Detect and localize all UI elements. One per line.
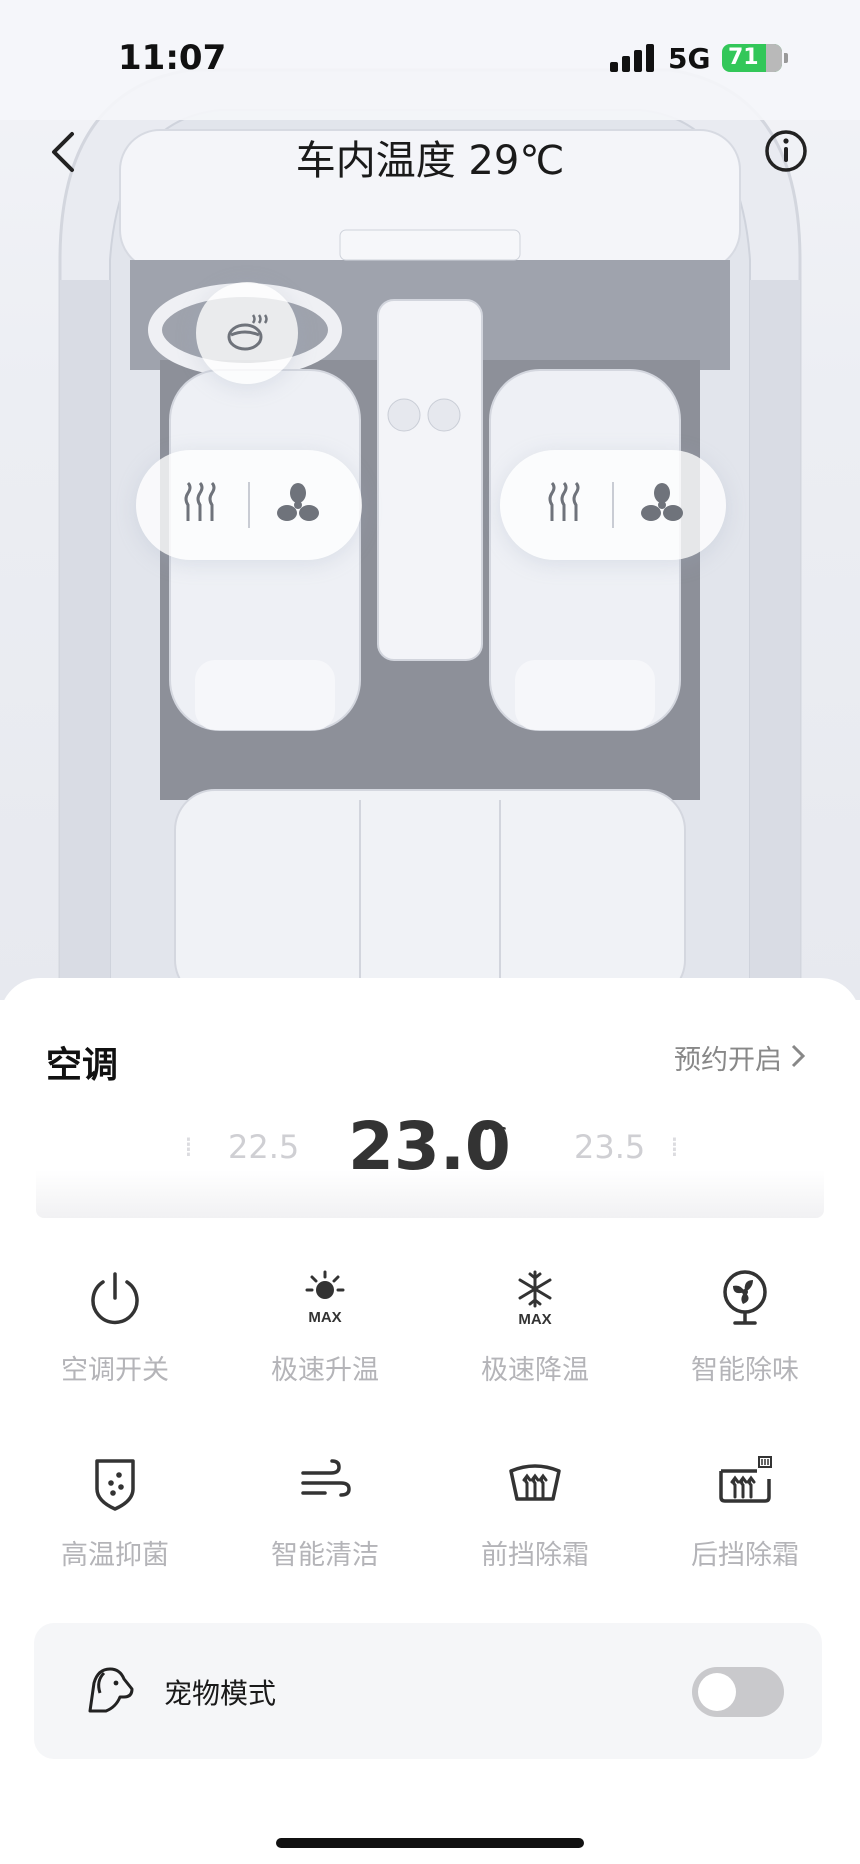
smart-deodorize-button[interactable]: 智能除味	[640, 1268, 850, 1408]
sterilize-button[interactable]: 高温抑菌	[10, 1453, 220, 1593]
battery-indicator: 71	[722, 44, 788, 72]
schedule-button[interactable]: 预约开启	[674, 1038, 806, 1077]
driver-seat-controls	[136, 450, 362, 560]
rear-defrost-label: 后挡除霜	[691, 1540, 799, 1571]
wind-icon	[301, 1459, 351, 1497]
purifier-fan-icon	[723, 1270, 767, 1325]
fan-icon[interactable]	[638, 481, 686, 529]
svg-text:MAX: MAX	[308, 1309, 341, 1326]
smart-clean-label: 智能清洁	[271, 1540, 379, 1571]
toggle-knob	[698, 1673, 736, 1711]
divider	[248, 482, 250, 528]
pet-mode-toggle[interactable]	[692, 1667, 784, 1717]
network-type: 5G	[668, 42, 711, 75]
svg-text:MAX: MAX	[518, 1311, 551, 1328]
pet-mode-card: 宠物模式	[34, 1623, 822, 1759]
schedule-label: 预约开启	[674, 1045, 782, 1076]
cellular-signal-icon	[610, 44, 654, 72]
smart-clean-button[interactable]: 智能清洁	[220, 1453, 430, 1593]
rapid-heat-label: 极速升温	[271, 1355, 379, 1386]
sun-max-icon: MAX	[305, 1270, 345, 1326]
snowflake-max-icon: MAX	[518, 1270, 552, 1328]
temp-next-option[interactable]: 23.5	[574, 1128, 645, 1166]
rear-defrost-button[interactable]: 后挡除霜	[640, 1453, 850, 1593]
steering-wheel-heat-icon	[227, 314, 268, 351]
front-defrost-label: 前挡除霜	[481, 1540, 589, 1571]
fan-icon[interactable]	[274, 481, 322, 529]
battery-tip	[784, 53, 788, 63]
temp-prev-option[interactable]: 22.5	[228, 1128, 299, 1166]
passenger-seat-controls	[500, 450, 726, 560]
page-title: 车内温度 29℃	[295, 138, 565, 184]
shield-dots-icon	[95, 1459, 135, 1511]
seat-heat-icon[interactable]	[540, 481, 588, 529]
status-time: 11:07	[118, 38, 227, 78]
ac-power-label: 空调开关	[61, 1355, 169, 1386]
rear-defrost-icon	[719, 1456, 772, 1503]
sterilize-label: 高温抑菌	[61, 1540, 169, 1571]
battery-empty-part	[766, 44, 782, 72]
info-icon[interactable]	[764, 129, 808, 173]
temp-tick: ⁞	[184, 1130, 193, 1163]
temp-tick: ⁞	[670, 1130, 679, 1163]
temp-unit: °c	[480, 1118, 508, 1148]
status-bar: 11:07 5G 71	[0, 0, 860, 110]
front-defrost-button[interactable]: 前挡除霜	[430, 1453, 640, 1593]
rapid-cool-button[interactable]: MAX 极速降温	[430, 1268, 640, 1408]
smart-deodorize-label: 智能除味	[691, 1355, 799, 1386]
home-indicator[interactable]	[276, 1838, 584, 1848]
divider	[612, 482, 614, 528]
power-icon	[91, 1272, 139, 1325]
steering-heat-button[interactable]	[196, 282, 298, 384]
rapid-heat-button[interactable]: MAX 极速升温	[220, 1268, 430, 1408]
rapid-cool-label: 极速降温	[481, 1355, 589, 1386]
chevron-right-icon	[791, 1044, 806, 1068]
front-defrost-icon	[509, 1464, 561, 1501]
ac-section-title: 空调	[46, 1045, 119, 1086]
dog-icon	[88, 1667, 134, 1713]
battery-level: 71	[728, 45, 759, 70]
ac-panel: 空调 预约开启 ⁞ 22.5 23.0 °c 23.5 ⁞ 空调开关 MAX 极…	[0, 978, 860, 1864]
seat-heat-icon[interactable]	[176, 481, 224, 529]
ac-power-button[interactable]: 空调开关	[10, 1268, 220, 1408]
pet-mode-label: 宠物模式	[164, 1677, 277, 1710]
